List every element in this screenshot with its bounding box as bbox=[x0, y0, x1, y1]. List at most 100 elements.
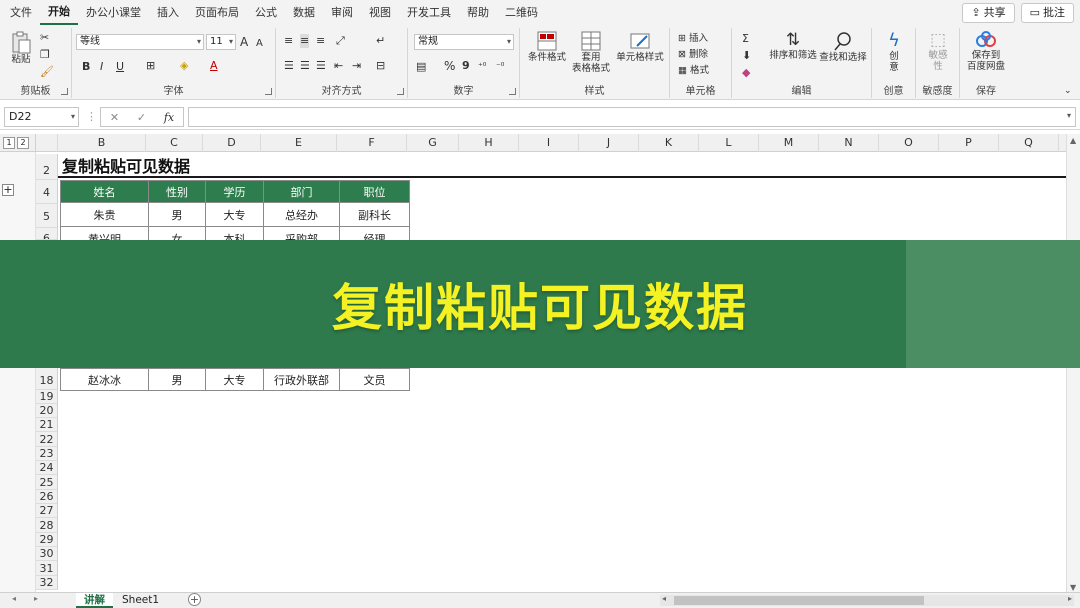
row-header[interactable]: 26 bbox=[36, 490, 58, 504]
scroll-right-icon[interactable]: ▸ bbox=[1068, 594, 1072, 603]
outline-level-1-button[interactable]: 1 bbox=[3, 137, 15, 149]
column-header-k[interactable]: K bbox=[639, 134, 699, 152]
italic-button[interactable]: I bbox=[100, 60, 103, 74]
share-button[interactable]: ⇪ 共享 bbox=[962, 3, 1015, 23]
menu-insert[interactable]: 插入 bbox=[149, 0, 187, 26]
column-header-o[interactable]: O bbox=[879, 134, 939, 152]
column-department-header[interactable]: 部门 bbox=[263, 180, 340, 203]
row-header[interactable]: 24 bbox=[36, 461, 58, 475]
column-header-q[interactable]: Q bbox=[999, 134, 1059, 152]
bold-button[interactable]: B bbox=[82, 60, 90, 74]
outline-level-2-button[interactable]: 2 bbox=[17, 137, 29, 149]
row-header[interactable]: 32 bbox=[36, 576, 58, 590]
menu-view[interactable]: 视图 bbox=[361, 0, 399, 26]
align-middle-icon[interactable]: ≡ bbox=[300, 34, 310, 48]
menu-office-class[interactable]: 办公小课堂 bbox=[78, 0, 149, 26]
row-header[interactable]: 2 bbox=[36, 154, 58, 180]
menu-page-layout[interactable]: 页面布局 bbox=[187, 0, 247, 26]
table-cell[interactable]: 男 bbox=[148, 368, 206, 391]
name-box[interactable]: D22 ▾ bbox=[4, 107, 79, 127]
scroll-up-icon[interactable]: ▲ bbox=[1070, 136, 1076, 145]
column-header-i[interactable]: I bbox=[519, 134, 579, 152]
row-header[interactable]: 21 bbox=[36, 418, 58, 432]
creative-button[interactable]: ϟ 创 意 bbox=[876, 30, 912, 73]
decrease-decimal-icon[interactable]: ⁻⁰ bbox=[496, 60, 504, 74]
column-header-e[interactable]: E bbox=[261, 134, 337, 152]
column-header-n[interactable]: N bbox=[819, 134, 879, 152]
collapse-ribbon-icon[interactable]: ⌄ bbox=[1064, 84, 1072, 98]
column-education-header[interactable]: 学历 bbox=[205, 180, 264, 203]
clear-icon[interactable]: ◆ bbox=[742, 66, 750, 80]
clipboard-launcher-icon[interactable] bbox=[61, 88, 68, 95]
column-header-g[interactable]: G bbox=[407, 134, 459, 152]
row-header[interactable]: 29 bbox=[36, 533, 58, 547]
table-cell[interactable]: 总经办 bbox=[263, 202, 340, 227]
select-all-corner[interactable] bbox=[36, 134, 58, 152]
scroll-left-icon[interactable]: ◂ bbox=[662, 594, 666, 603]
increase-decimal-icon[interactable]: ⁺⁰ bbox=[478, 60, 486, 74]
align-center-icon[interactable]: ☰ bbox=[300, 59, 310, 73]
font-color-icon[interactable]: A bbox=[210, 59, 218, 73]
row-header[interactable]: 6 bbox=[36, 228, 58, 240]
font-launcher-icon[interactable] bbox=[265, 88, 272, 95]
row-header[interactable]: 5 bbox=[36, 204, 58, 228]
menu-file[interactable]: 文件 bbox=[2, 0, 40, 26]
format-as-table-button[interactable]: 套用 表格格式 bbox=[570, 30, 612, 74]
insert-function-icon[interactable]: fx bbox=[164, 111, 174, 124]
row-header[interactable]: 19 bbox=[36, 390, 58, 404]
table-cell[interactable]: 行政外联部 bbox=[263, 368, 340, 391]
column-header-p[interactable]: P bbox=[939, 134, 999, 152]
scroll-thumb[interactable] bbox=[674, 596, 924, 605]
number-launcher-icon[interactable] bbox=[509, 88, 516, 95]
column-header-b[interactable]: B bbox=[58, 134, 146, 152]
formula-input[interactable]: ▾ bbox=[188, 107, 1076, 127]
row-header[interactable]: 18 bbox=[36, 368, 58, 390]
decrease-indent-icon[interactable]: ⇤ bbox=[334, 59, 343, 73]
row-header[interactable]: 31 bbox=[36, 561, 58, 576]
percent-button[interactable]: % bbox=[444, 59, 455, 73]
format-painter-icon[interactable]: 🖌 bbox=[40, 65, 54, 79]
paste-button[interactable]: 粘贴 bbox=[6, 30, 36, 65]
column-header-d[interactable]: D bbox=[203, 134, 261, 152]
align-top-icon[interactable]: ≡ bbox=[284, 34, 293, 48]
insert-cells-button[interactable]: ⊞ 插入 bbox=[678, 33, 708, 45]
column-header-m[interactable]: M bbox=[759, 134, 819, 152]
row-header[interactable]: 27 bbox=[36, 504, 58, 518]
sort-filter-button[interactable]: ⇅ 排序和筛选 bbox=[768, 30, 818, 61]
column-header-f[interactable]: F bbox=[337, 134, 407, 152]
tab-jiangjie[interactable]: 讲解 bbox=[76, 593, 113, 608]
confirm-icon[interactable]: ✓ bbox=[137, 111, 146, 124]
add-sheet-button[interactable]: + bbox=[188, 593, 201, 606]
row-header[interactable]: 23 bbox=[36, 447, 58, 461]
comments-button[interactable]: ▭ 批注 bbox=[1020, 3, 1074, 23]
align-left-icon[interactable]: ☰ bbox=[284, 59, 294, 73]
save-to-cloud-button[interactable]: 保存到 百度网盘 bbox=[962, 30, 1010, 72]
table-cell[interactable]: 副科长 bbox=[339, 202, 410, 227]
format-cells-button[interactable]: ▦ 格式 bbox=[678, 65, 709, 77]
fill-color-icon[interactable]: ◈ bbox=[180, 59, 188, 73]
copy-icon[interactable]: ❐ bbox=[40, 48, 50, 62]
column-header-l[interactable]: L bbox=[699, 134, 759, 152]
scroll-down-icon[interactable]: ▼ bbox=[1070, 583, 1076, 592]
column-header-j[interactable]: J bbox=[579, 134, 639, 152]
conditional-format-button[interactable]: 条件格式 bbox=[524, 30, 570, 63]
row-header[interactable]: 30 bbox=[36, 547, 58, 561]
column-header-h[interactable]: H bbox=[459, 134, 519, 152]
comma-button[interactable]: 9 bbox=[462, 59, 470, 73]
worksheet-grid[interactable]: 复制粘贴可见数据 姓名 性别 学历 部门 职位 朱贵 男 大专 总经办 副科长 … bbox=[58, 152, 1066, 592]
table-cell[interactable]: 大专 bbox=[205, 368, 264, 391]
table-cell[interactable]: 男 bbox=[148, 202, 206, 227]
delete-cells-button[interactable]: ⊠ 删除 bbox=[678, 49, 708, 61]
row-header[interactable]: 22 bbox=[36, 432, 58, 447]
tab-sheet1[interactable]: Sheet1 bbox=[114, 593, 167, 608]
row-header[interactable]: 4 bbox=[36, 180, 58, 204]
column-name-header[interactable]: 姓名 bbox=[60, 180, 149, 203]
column-header-c[interactable]: C bbox=[146, 134, 203, 152]
increase-indent-icon[interactable]: ⇥ bbox=[352, 59, 361, 73]
wrap-text-icon[interactable]: ↵ bbox=[376, 34, 385, 48]
menu-review[interactable]: 审阅 bbox=[323, 0, 361, 26]
font-name-select[interactable]: 等线 ▾ bbox=[76, 34, 204, 50]
row-header[interactable]: 20 bbox=[36, 404, 58, 418]
menu-data[interactable]: 数据 bbox=[285, 0, 323, 26]
underline-button[interactable]: U bbox=[116, 60, 124, 74]
